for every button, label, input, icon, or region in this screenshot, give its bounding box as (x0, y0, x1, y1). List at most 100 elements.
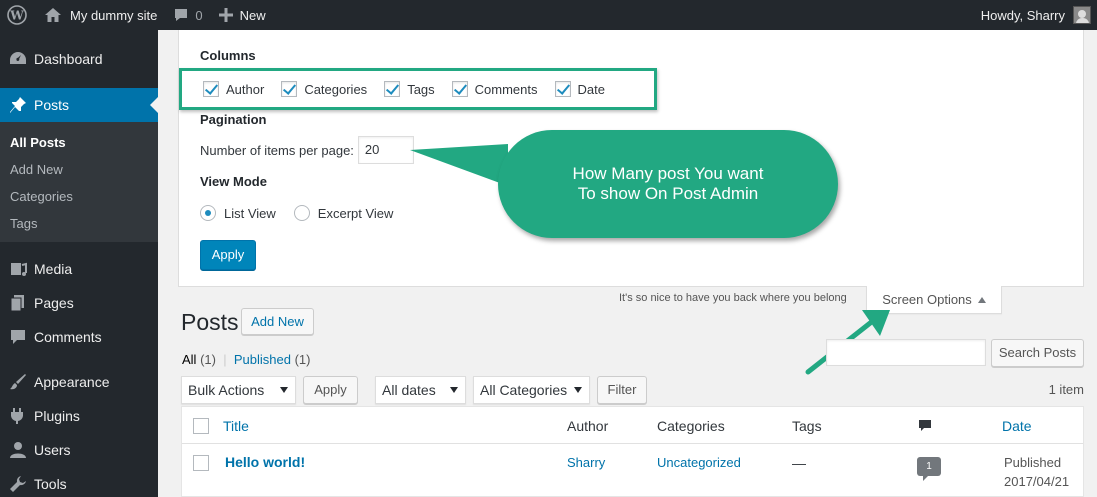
media-icon (8, 259, 28, 279)
site-name: My dummy site (70, 7, 158, 23)
column-author-checkbox[interactable] (203, 81, 219, 97)
search-posts-button[interactable]: Search Posts (991, 339, 1084, 367)
column-comments-checkbox[interactable] (451, 81, 468, 97)
admin-sidebar: Dashboard Posts All Posts Add New Catego… (0, 30, 158, 497)
post-title-link[interactable]: Hello world! (225, 454, 305, 470)
menu-dashboard[interactable]: Dashboard (0, 42, 158, 76)
menu-label: Comments (34, 329, 102, 345)
menu-label: Dashboard (34, 51, 103, 67)
list-view-label: List View (224, 205, 276, 221)
column-date-option[interactable]: Date (554, 81, 605, 97)
plus-icon (218, 8, 233, 22)
columns-options: Author Categories Tags Comments Date (179, 68, 657, 110)
add-new-post-button[interactable]: Add New (241, 308, 314, 335)
menu-tools[interactable]: Tools (0, 467, 158, 497)
menu-plugins[interactable]: Plugins (0, 399, 158, 433)
excerpt-view-radio[interactable] (293, 205, 310, 221)
column-tags-label: Tags (407, 81, 435, 97)
menu-appearance[interactable]: Appearance (0, 365, 158, 399)
submenu-add-new[interactable]: Add New (0, 156, 158, 183)
comment-icon (8, 327, 28, 347)
excerpt-view-option[interactable]: Excerpt View (293, 205, 394, 221)
item-count: 1 item (1048, 382, 1084, 397)
submenu-all-posts[interactable]: All Posts (0, 129, 158, 156)
wordpress-logo-icon[interactable]: W (0, 0, 36, 30)
new-content-link[interactable]: New (211, 0, 274, 30)
avatar (1073, 6, 1091, 24)
post-date-status: Published (1004, 455, 1062, 470)
menu-pages[interactable]: Pages (0, 286, 158, 320)
view-mode-options: List View Excerpt View (200, 205, 411, 221)
menu-label: Pages (34, 295, 74, 311)
wrench-icon (8, 474, 28, 494)
filter-all-link[interactable]: All (1) (182, 352, 216, 367)
column-author-header: Author (567, 418, 609, 434)
list-view-option[interactable]: List View (200, 205, 276, 221)
posts-submenu: All Posts Add New Categories Tags (0, 122, 158, 242)
annotation-callout: How Many post You want To show On Post A… (498, 130, 838, 238)
menu-comments[interactable]: Comments (0, 320, 158, 354)
row-checkbox[interactable] (193, 455, 209, 471)
new-label: New (239, 7, 266, 23)
menu-label: Users (34, 442, 71, 458)
filter-published-link[interactable]: Published (1) (234, 352, 311, 367)
paintbrush-icon (8, 372, 28, 392)
submenu-tags[interactable]: Tags (0, 210, 158, 237)
column-comments-label: Comments (474, 81, 538, 97)
column-date-checkbox[interactable] (554, 81, 571, 97)
menu-users[interactable]: Users (0, 433, 158, 467)
callout-line-1: How Many post You want (572, 164, 764, 183)
column-comments-option[interactable]: Comments (451, 81, 538, 97)
filter-button[interactable]: Filter (597, 376, 647, 404)
bulk-actions-select[interactable]: Bulk Actions (181, 376, 296, 404)
list-view-radio[interactable] (200, 205, 216, 221)
greeting: Howdy, Sharry (980, 7, 1065, 23)
post-author-link[interactable]: Sharry (567, 455, 605, 470)
menu-media[interactable]: Media (0, 252, 158, 286)
comment-count-bubble[interactable]: 1 (917, 457, 941, 481)
pushpin-icon (8, 95, 28, 115)
date-filter-select[interactable]: All dates (375, 376, 466, 404)
view-mode-heading: View Mode (200, 174, 267, 189)
column-tags-checkbox[interactable] (384, 81, 401, 97)
column-categories-label: Categories (304, 81, 368, 97)
post-tags-value: — (792, 455, 806, 471)
column-author-option[interactable]: Author (203, 81, 264, 97)
site-name-link[interactable]: My dummy site (36, 0, 165, 30)
screen-options-label: Screen Options (882, 292, 972, 307)
filter-separator: | (223, 352, 227, 367)
submenu-categories[interactable]: Categories (0, 183, 158, 210)
menu-label: Appearance (34, 374, 110, 390)
column-author-label: Author (226, 81, 265, 97)
comments-link[interactable]: 0 (165, 0, 210, 30)
user-icon (8, 440, 28, 460)
excerpt-view-label: Excerpt View (317, 205, 394, 221)
column-categories-checkbox[interactable] (281, 81, 298, 97)
home-icon (45, 8, 61, 22)
comments-column-icon[interactable] (918, 419, 932, 433)
dashboard-icon (8, 49, 28, 69)
comments-count: 0 (195, 7, 203, 23)
page-title: Posts (181, 309, 239, 335)
menu-label: Media (34, 261, 73, 277)
per-page-label: Number of items per page: (200, 142, 354, 158)
bulk-apply-button[interactable]: Apply (303, 376, 358, 404)
select-all-checkbox[interactable] (193, 418, 209, 434)
svg-text:W: W (9, 9, 24, 23)
menu-posts[interactable]: Posts (0, 88, 158, 122)
post-category-link[interactable]: Uncategorized (657, 455, 741, 470)
search-input[interactable] (826, 339, 986, 366)
column-tags-option[interactable]: Tags (384, 81, 435, 97)
category-filter-select[interactable]: All Categories (473, 376, 590, 404)
status-filters: All (1) | Published (1) (182, 352, 310, 367)
pages-icon (8, 293, 28, 313)
per-page-input[interactable]: 20 (357, 136, 414, 164)
column-date-header[interactable]: Date (1002, 418, 1032, 434)
menu-label: Tools (34, 476, 67, 492)
column-categories-option[interactable]: Categories (281, 81, 367, 97)
column-date-label: Date (577, 81, 605, 97)
screen-options-apply-button[interactable]: Apply (200, 240, 256, 270)
column-title-header[interactable]: Title (223, 418, 249, 434)
column-categories-header: Categories (657, 418, 725, 434)
my-account-link[interactable]: Howdy, Sharry (973, 0, 1097, 30)
